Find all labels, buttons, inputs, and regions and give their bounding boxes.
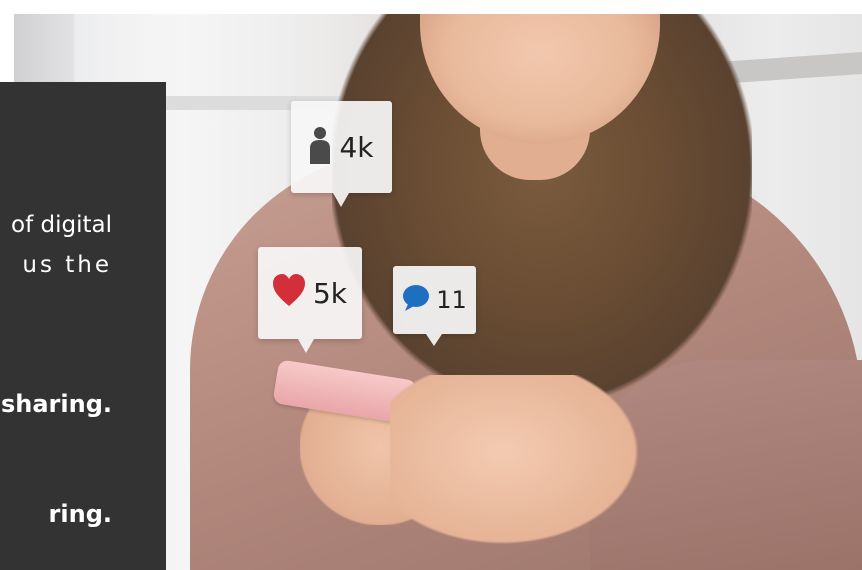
bubble-tail — [298, 339, 314, 353]
bubble-tail — [333, 193, 349, 207]
likes-count: 5k — [312, 276, 348, 310]
person-icon — [309, 126, 331, 168]
followers-count: 4k — [339, 130, 374, 164]
comments-count: 11 — [436, 286, 467, 314]
speech-bubble-icon — [402, 284, 430, 316]
panel-text-line-3: sharing. — [0, 390, 112, 418]
panel-text-line-2: us the — [22, 252, 112, 278]
likes-notification: 5k — [258, 247, 362, 353]
comments-notification: 11 — [393, 266, 476, 346]
panel-text-line-1: of digital — [11, 212, 112, 238]
heart-icon — [272, 274, 305, 312]
bubble-tail — [426, 334, 442, 346]
right-hand — [390, 375, 640, 545]
panel-text-line-4: ring. — [48, 500, 112, 528]
text-panel: of digital us the sharing. ring. — [0, 82, 166, 570]
followers-notification: 4k — [291, 101, 392, 207]
